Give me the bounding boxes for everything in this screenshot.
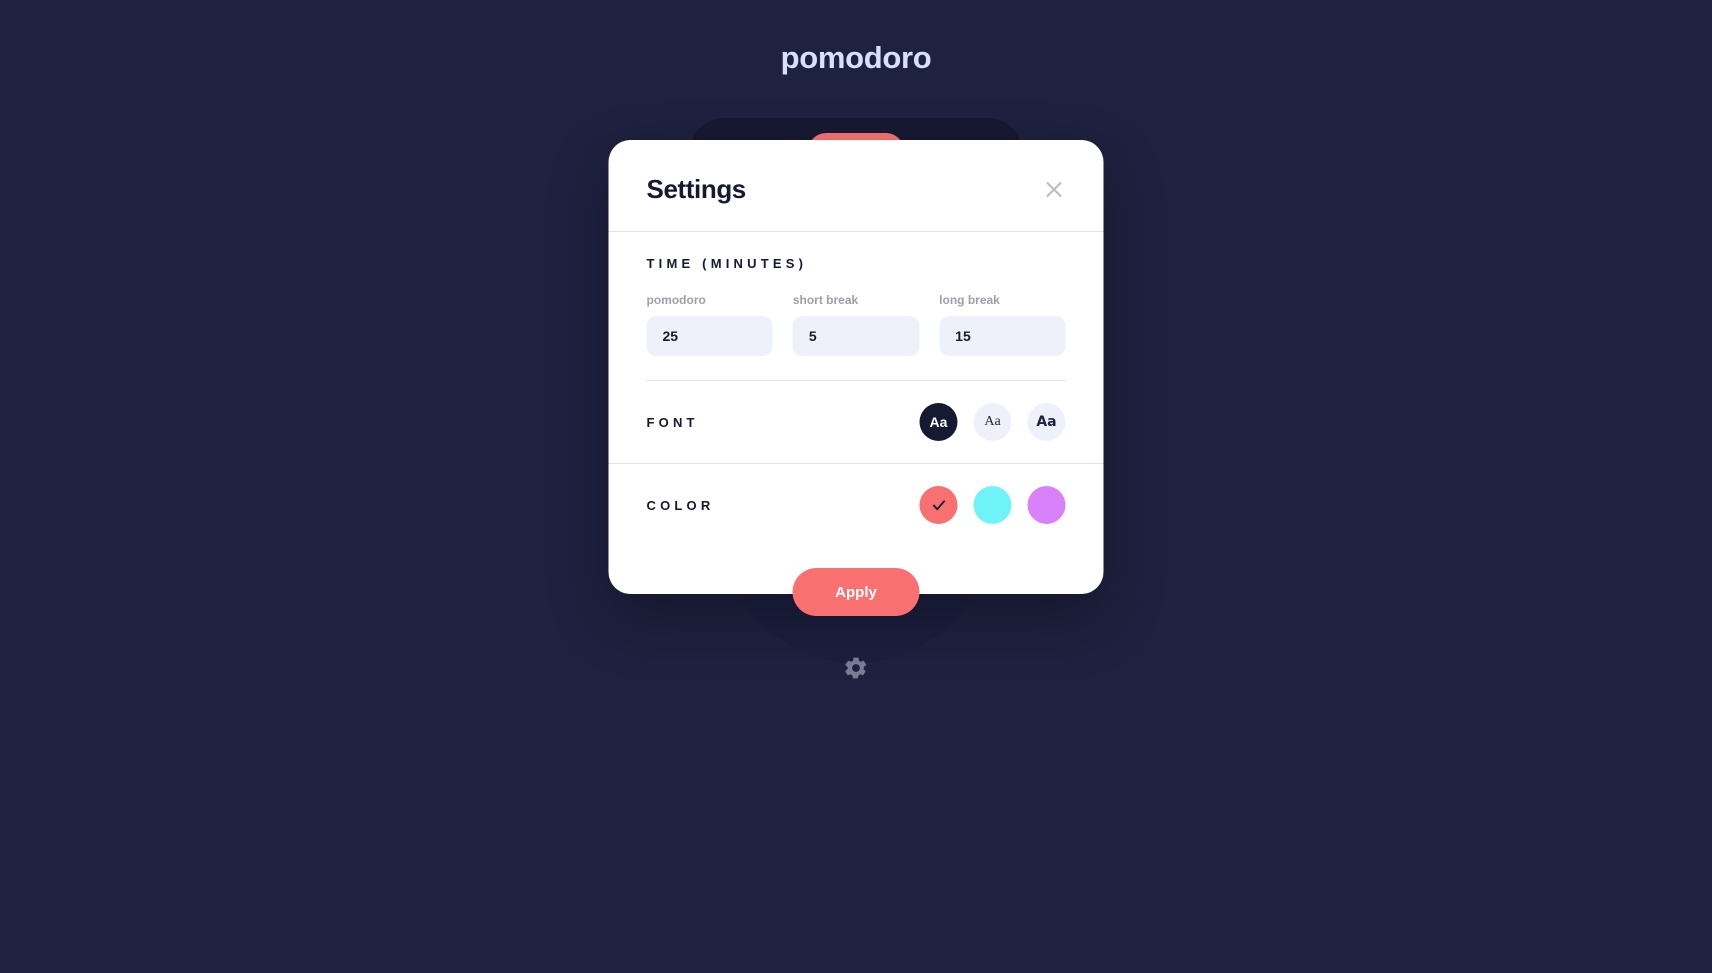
font-section: FONT Aa Aa Aa [608,381,1104,464]
font-option-serif[interactable]: Aa [973,403,1012,441]
time-field-label-pomodoro: pomodoro [646,293,706,307]
color-section-label: COLOR [646,497,715,513]
check-icon [932,499,945,510]
color-swatch-group [919,486,1066,524]
long-break-input[interactable] [939,316,1066,356]
time-inputs: pomodoro short break long break [646,293,1066,381]
color-option-cyan[interactable] [973,486,1012,524]
settings-gear-button[interactable] [842,654,870,682]
font-option-mono[interactable]: Aa [1027,403,1066,441]
apply-button-wrap: Apply [609,546,1104,616]
close-button[interactable] [1043,178,1066,201]
short-break-input[interactable] [792,316,920,356]
pomodoro-input[interactable] [646,316,773,356]
apply-button[interactable]: Apply [792,568,920,616]
time-field-label-long-break: long break [939,293,1000,307]
settings-modal: Settings TIME (MINUTES) pomodoro short b… [608,140,1104,616]
time-field-label-short-break: short break [792,293,859,307]
font-section-label: FONT [646,414,699,430]
modal-header: Settings [608,140,1104,232]
time-field-long-break: long break [939,293,1066,356]
app-title: pomodoro [780,40,932,75]
time-field-pomodoro: pomodoro [646,293,773,356]
close-icon [1046,182,1062,197]
color-option-red[interactable] [919,486,958,524]
time-field-short-break: short break [792,293,920,356]
color-section: COLOR [609,464,1104,546]
gear-icon [845,657,867,679]
color-option-purple[interactable] [1027,486,1066,524]
font-option-sans[interactable]: Aa [919,403,958,441]
font-swatch-group: Aa Aa Aa [919,403,1066,441]
time-section-label: TIME (MINUTES) [646,256,808,271]
modal-title: Settings [646,174,747,204]
time-section: TIME (MINUTES) pomodoro short break long… [609,232,1104,381]
